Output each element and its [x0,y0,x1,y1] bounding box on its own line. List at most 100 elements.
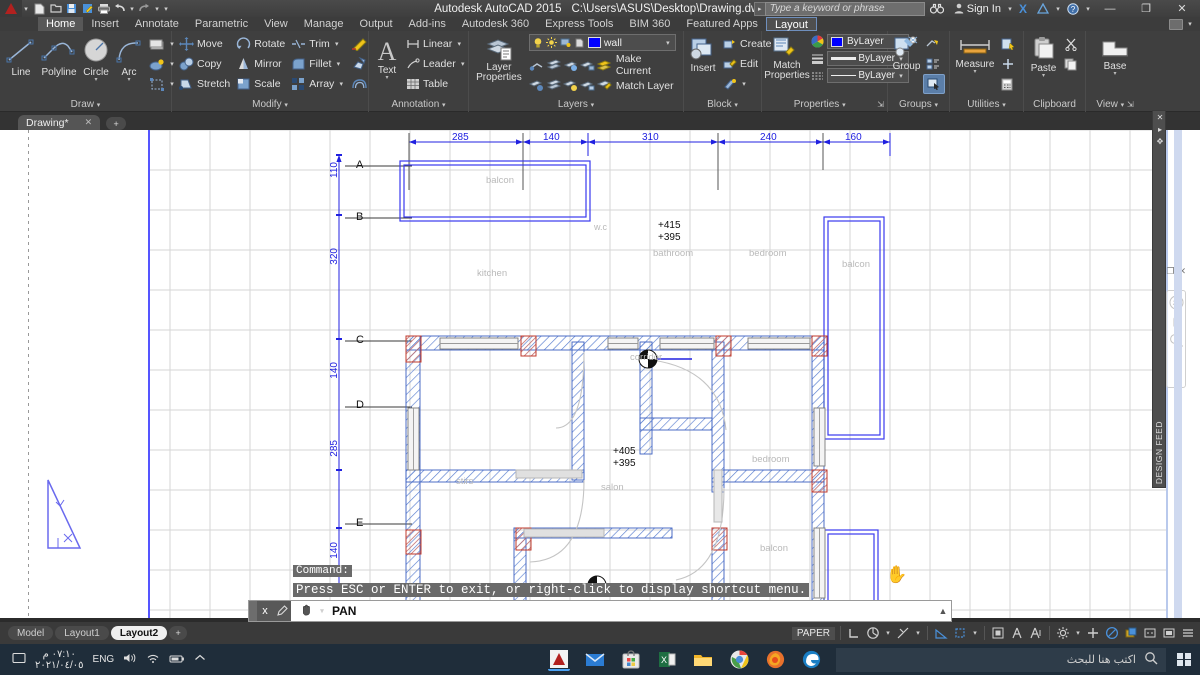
battery-icon[interactable] [169,653,185,667]
panel-title-modify[interactable]: Modify ▾ [172,98,368,112]
make-current-icon[interactable] [597,59,612,72]
make-current-label[interactable]: Make Current [616,53,679,77]
panel-title-properties[interactable]: Properties ▾⇲ [762,98,887,112]
group-button[interactable]: Group [892,34,921,72]
erase-button[interactable] [348,34,371,54]
fillet-dropdown-icon[interactable]: ▾ [334,60,342,68]
table-button[interactable]: Table [403,74,470,94]
tab-parametric[interactable]: Parametric [187,17,256,31]
layer-lock-tool-icon[interactable] [580,59,595,72]
hardware-acceleration-icon[interactable] [1104,625,1120,641]
command-line-grip[interactable] [249,601,257,621]
start-button[interactable] [1168,644,1200,675]
workspace-icon[interactable] [1169,19,1183,30]
match-layer-label[interactable]: Match Layer [616,80,674,92]
command-history-caret-icon[interactable]: ▾ [318,607,326,615]
base-view-button[interactable]: Base ▾ [1094,34,1136,77]
autodesk-360-dropdown-icon[interactable]: ▾ [1054,5,1062,13]
layer-off-icon[interactable] [563,59,578,72]
sign-in-dropdown-icon[interactable]: ▾ [1006,5,1014,13]
chrome-taskbar-icon[interactable] [728,649,750,671]
customization-icon[interactable] [1180,625,1196,641]
action-center-icon[interactable] [12,652,26,668]
tab-express-tools[interactable]: Express Tools [537,17,621,31]
mail-taskbar-icon[interactable] [584,649,606,671]
design-feed-close-icon[interactable]: ✕ [1153,111,1167,123]
circle-dropdown-icon[interactable]: ▾ [94,78,97,83]
redo-icon[interactable] [137,1,152,16]
save-icon[interactable] [64,1,79,16]
ungroup-button[interactable] [923,34,945,54]
isolate-objects-icon[interactable] [1085,625,1101,641]
autodesk-360-icon[interactable] [1032,3,1054,14]
command-line-close-icon[interactable]: x [257,601,273,621]
wifi-icon[interactable] [146,652,160,667]
infocenter-search-input[interactable]: Type a keyword or phrase [765,2,925,16]
arc-dropdown-icon[interactable]: ▾ [127,78,130,83]
close-button[interactable]: ✕ [1164,0,1200,17]
insert-block-button[interactable]: Insert [688,34,718,74]
polyline-button[interactable]: Polyline [40,34,78,78]
help-dropdown-icon[interactable]: ▾ [1084,5,1092,13]
otrack-icon[interactable] [933,625,949,641]
paste-dropdown-icon[interactable]: ▾ [1042,74,1045,79]
text-dropdown-icon[interactable]: ▾ [385,76,388,81]
circle-button[interactable]: Circle ▾ [80,34,112,83]
design-feed-pin-icon[interactable]: ▸ [1153,123,1167,135]
copy-clip-button[interactable] [1061,54,1081,74]
calculator-button[interactable] [998,74,1018,94]
leader-dropdown-icon[interactable]: ▾ [459,60,467,68]
annotation-autoscale-icon[interactable] [1028,625,1044,641]
tab-view[interactable]: View [256,17,296,31]
add-layout-button[interactable]: + [169,626,187,640]
units-icon[interactable] [1142,625,1158,641]
polar-tracking-icon[interactable] [865,625,881,641]
explorer-taskbar-icon[interactable] [692,649,714,671]
help-icon[interactable]: ? [1062,3,1084,15]
excel-taskbar-icon[interactable]: X [656,649,678,671]
base-dropdown-icon[interactable]: ▾ [1113,72,1116,77]
offset-button[interactable] [348,74,371,94]
new-icon[interactable] [32,1,47,16]
new-file-tab-button[interactable]: + [106,117,126,130]
tab-featured-apps[interactable]: Featured Apps [678,17,766,31]
layer-dropdown-caret-icon[interactable]: ▾ [664,39,672,47]
app-menu-caret-icon[interactable]: ▾ [22,5,30,13]
autocad-app-menu-button[interactable] [0,0,22,17]
tab-autodesk-360[interactable]: Autodesk 360 [454,17,537,31]
annotation-scale-add-icon[interactable] [1009,625,1025,641]
infocenter-expand-icon[interactable]: ▸ [754,2,765,16]
redo-dropdown-icon[interactable]: ▾ [153,5,161,13]
layer-freeze-icon[interactable] [546,37,557,48]
search-binoculars-icon[interactable] [925,3,949,14]
lineweight-icon[interactable] [811,52,824,65]
layer-isolate-icon[interactable] [529,59,544,72]
workspace-switch-dropdown-icon[interactable]: ▾ [1074,629,1082,637]
measure-dropdown-icon[interactable]: ▾ [973,70,976,75]
taskbar-search-box[interactable]: اكتب هنا للبحث [836,648,1166,672]
dynamic-ucs-icon[interactable] [952,625,968,641]
workspace-switch-icon[interactable] [1055,625,1071,641]
rotate-button[interactable]: Rotate [233,34,288,54]
tab-layout[interactable]: Layout [766,17,817,31]
properties-dialog-launcher-icon[interactable]: ⇲ [877,98,884,112]
leader-button[interactable]: Leader ▾ [403,54,470,74]
tab-output[interactable]: Output [352,17,401,31]
maximize-button[interactable]: ❐ [1128,0,1164,17]
tab-insert[interactable]: Insert [83,17,127,31]
linear-dropdown-icon[interactable]: ▾ [455,40,463,48]
language-indicator[interactable]: ENG [93,654,115,665]
measure-button[interactable]: Measure ▾ [954,34,996,75]
layer-properties-button[interactable]: LayerProperties [473,34,525,83]
tab-manage[interactable]: Manage [296,17,352,31]
command-line[interactable]: x ▾ PAN ▲ [248,600,952,622]
command-line-customize-icon[interactable] [273,601,291,621]
minimize-button[interactable]: — [1092,0,1128,17]
stretch-button[interactable]: Stretch [176,74,233,94]
point-button[interactable] [998,54,1018,74]
osnap-dropdown-icon[interactable]: ▾ [914,629,922,637]
group-edit-button[interactable] [923,54,945,74]
clean-screen-icon[interactable] [1161,625,1177,641]
file-tab-drawing[interactable]: Drawing* ✕ [18,115,100,130]
file-tab-close-icon[interactable]: ✕ [85,117,93,128]
